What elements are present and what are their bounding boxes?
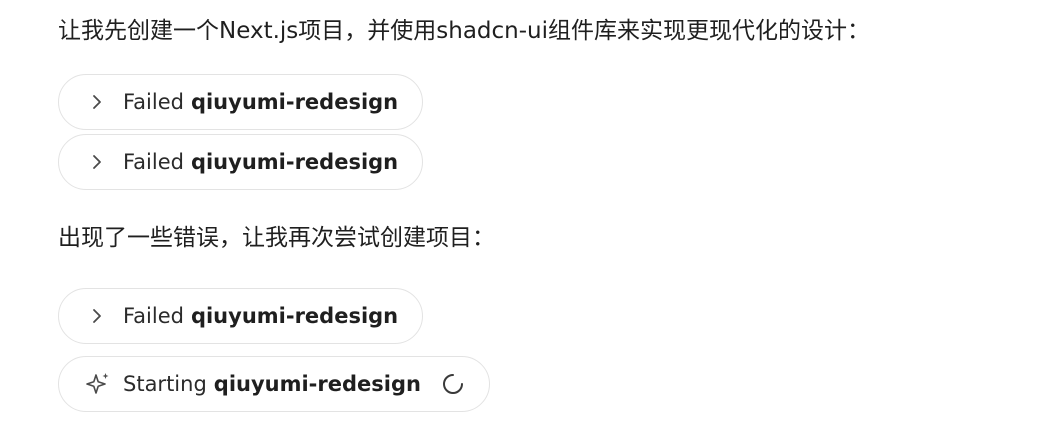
sparkle-icon [85,371,111,397]
tool-call-status: Failed [123,150,184,174]
tool-call-status: Starting [123,372,207,396]
chevron-right-icon [89,308,105,324]
tool-call-pill-failed-3[interactable]: Failed qiuyumi-redesign [58,288,424,344]
tool-call-pill-failed-2[interactable]: Failed qiuyumi-redesign [58,134,424,190]
tool-call-name: qiuyumi-redesign [190,150,399,174]
tool-call-name: qiuyumi-redesign [190,304,399,328]
tool-call-status: Failed [123,304,184,328]
tool-call-pill-starting[interactable]: Starting qiuyumi-redesign [58,356,490,412]
tool-call-status: Failed [123,90,184,114]
loading-spinner-icon [441,372,465,396]
assistant-message-intro: 让我先创建一个Next.js项目，并使用shadcn-ui组件库来实现更现代化的… [58,18,871,44]
assistant-message-retry: 出现了一些错误，让我再次尝试创建项目： [58,225,495,251]
tool-call-name: qiuyumi-redesign [213,372,421,396]
chevron-right-icon [89,154,105,170]
chevron-right-icon [89,94,105,110]
tool-call-pill-failed-1[interactable]: Failed qiuyumi-redesign [58,74,424,130]
tool-call-name: qiuyumi-redesign [190,90,399,114]
